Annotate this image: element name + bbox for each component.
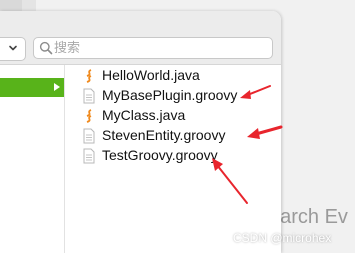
selected-folder-row[interactable] (0, 78, 64, 97)
file-row-testgroovy-groovy[interactable]: TestGroovy.groovy (82, 146, 272, 166)
java-file-icon (86, 109, 92, 123)
file-name: TestGroovy.groovy (102, 147, 218, 163)
groovy-file-icon (83, 128, 95, 144)
groovy-file-icon (83, 148, 95, 164)
location-dropdown[interactable] (0, 37, 26, 61)
file-row-steventity-groovy[interactable]: StevenEntity.groovy (82, 126, 272, 146)
file-name: StevenEntity.groovy (102, 127, 226, 143)
file-name: HelloWorld.java (102, 67, 200, 83)
folder-column (0, 65, 65, 253)
file-row-myclass-java[interactable]: MyClass.java (82, 106, 272, 126)
groovy-file-icon (83, 88, 95, 104)
search-input[interactable] (54, 39, 264, 57)
disclosure-triangle-icon (54, 83, 60, 91)
search-icon (39, 41, 53, 55)
file-name: MyClass.java (102, 107, 186, 123)
dialog-toolbar (0, 11, 281, 65)
watermark-text: CSDN @microhex (233, 231, 332, 245)
chevron-down-icon (9, 45, 17, 51)
java-file-icon (86, 69, 92, 83)
search-field[interactable] (33, 37, 273, 59)
file-row-mybaseplugin-groovy[interactable]: MyBasePlugin.groovy (82, 86, 272, 106)
file-row-helloworld-java[interactable]: HelloWorld.java (82, 66, 272, 86)
file-name: MyBasePlugin.groovy (102, 87, 238, 103)
